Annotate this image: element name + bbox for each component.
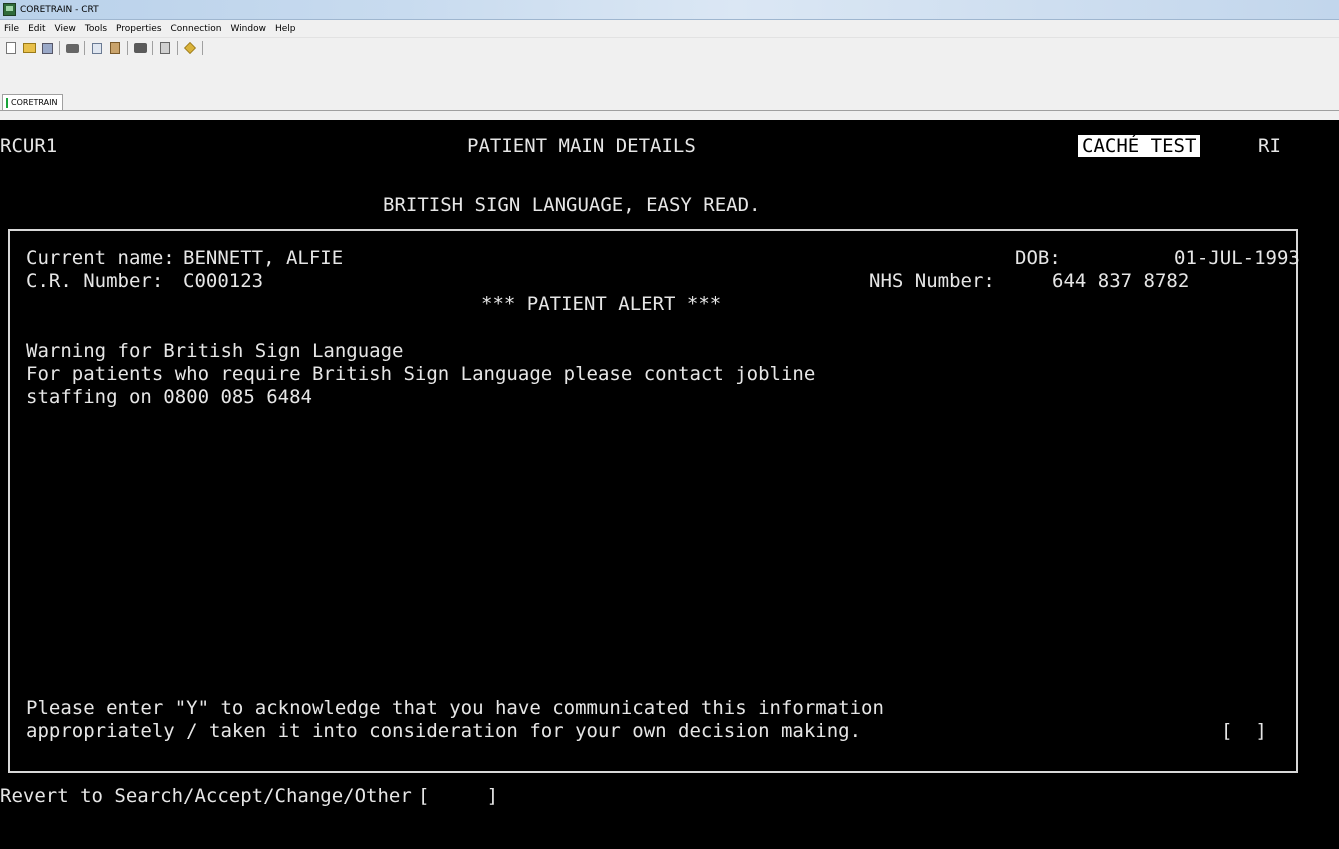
toolbar-separator bbox=[127, 41, 128, 55]
app-icon bbox=[3, 3, 16, 16]
window-title: CORETRAIN - CRT bbox=[20, 4, 99, 15]
menu-edit[interactable]: Edit bbox=[28, 24, 45, 34]
tab-divider bbox=[0, 110, 1339, 111]
nhs-number-label: NHS Number: bbox=[869, 270, 995, 292]
session-active-marker bbox=[6, 97, 8, 108]
paste-button[interactable] bbox=[107, 40, 123, 56]
screen-capture-icon bbox=[133, 43, 147, 53]
session-tab-coretrain[interactable]: CORETRAIN bbox=[2, 94, 64, 110]
acknowledge-line-2: appropriately / taken it into considerat… bbox=[26, 720, 862, 742]
dob-label: DOB: bbox=[1015, 247, 1061, 269]
screen-heading: PATIENT MAIN DETAILS bbox=[467, 135, 696, 157]
patient-dob: 01-JUL-1993 bbox=[1174, 247, 1300, 269]
menu-view[interactable]: View bbox=[55, 24, 76, 34]
toolbar bbox=[0, 38, 1339, 58]
menu-help[interactable]: Help bbox=[275, 24, 296, 34]
print-icon bbox=[65, 43, 79, 53]
save-button[interactable] bbox=[39, 40, 55, 56]
key-icon bbox=[184, 42, 196, 54]
toolbar-separator bbox=[152, 41, 153, 55]
patient-alert-banner: *** PATIENT ALERT *** bbox=[481, 293, 722, 315]
acknowledge-line-1: Please enter "Y" to acknowledge that you… bbox=[26, 697, 884, 719]
cr-number: C000123 bbox=[183, 270, 264, 292]
copy-button[interactable] bbox=[89, 40, 105, 56]
nhs-number: 644 837 8782 bbox=[1052, 270, 1190, 292]
alert-line-1: Warning for British Sign Language bbox=[26, 340, 404, 362]
paste-icon bbox=[110, 42, 120, 54]
copy-icon bbox=[92, 42, 102, 54]
document-button[interactable] bbox=[157, 40, 173, 56]
environment-badge: CACHÉ TEST bbox=[1078, 135, 1201, 157]
menu-connection[interactable]: Connection bbox=[171, 24, 222, 34]
alert-subheading: BRITISH SIGN LANGUAGE, EASY READ. bbox=[383, 194, 761, 216]
window-titlebar: CORETRAIN - CRT bbox=[0, 0, 1339, 20]
current-name-label: Current name: bbox=[26, 247, 175, 269]
session-tab-label: CORETRAIN bbox=[11, 98, 58, 107]
toolbar-separator bbox=[202, 41, 203, 55]
open-icon bbox=[22, 43, 36, 53]
toolbar-separator bbox=[177, 41, 178, 55]
new-icon bbox=[6, 42, 16, 54]
patient-name: BENNETT, ALFIE bbox=[183, 247, 344, 269]
save-icon bbox=[41, 42, 53, 54]
menu-bar: File Edit View Tools Properties Connecti… bbox=[0, 20, 1339, 38]
toolbar-separator bbox=[59, 41, 60, 55]
command-prompt: Revert to Search/Accept/Change/Other bbox=[0, 785, 412, 807]
acknowledge-input[interactable]: [ ] bbox=[1221, 720, 1267, 742]
menu-properties[interactable]: Properties bbox=[116, 24, 161, 34]
document-icon bbox=[160, 42, 170, 54]
alert-line-3: staffing on 0800 085 6484 bbox=[26, 386, 312, 408]
key-button[interactable] bbox=[182, 40, 198, 56]
toolbar-separator bbox=[84, 41, 85, 55]
open-button[interactable] bbox=[21, 40, 37, 56]
terminal-screen[interactable]: RCUR1 PATIENT MAIN DETAILS CACHÉ TEST RI… bbox=[0, 121, 1339, 849]
print-button[interactable] bbox=[64, 40, 80, 56]
menu-tools[interactable]: Tools bbox=[85, 24, 107, 34]
cr-number-label: C.R. Number: bbox=[26, 270, 164, 292]
menu-file[interactable]: File bbox=[4, 24, 19, 34]
screen-id: RCUR1 bbox=[0, 135, 58, 157]
environment-suffix: RI bbox=[1258, 135, 1281, 157]
menu-window[interactable]: Window bbox=[230, 24, 266, 34]
alert-line-2: For patients who require British Sign La… bbox=[26, 363, 816, 385]
command-input[interactable]: [ ] bbox=[418, 785, 498, 807]
screen-capture-button[interactable] bbox=[132, 40, 148, 56]
session-tab-bar: CORETRAIN bbox=[0, 58, 1339, 120]
new-button[interactable] bbox=[3, 40, 19, 56]
